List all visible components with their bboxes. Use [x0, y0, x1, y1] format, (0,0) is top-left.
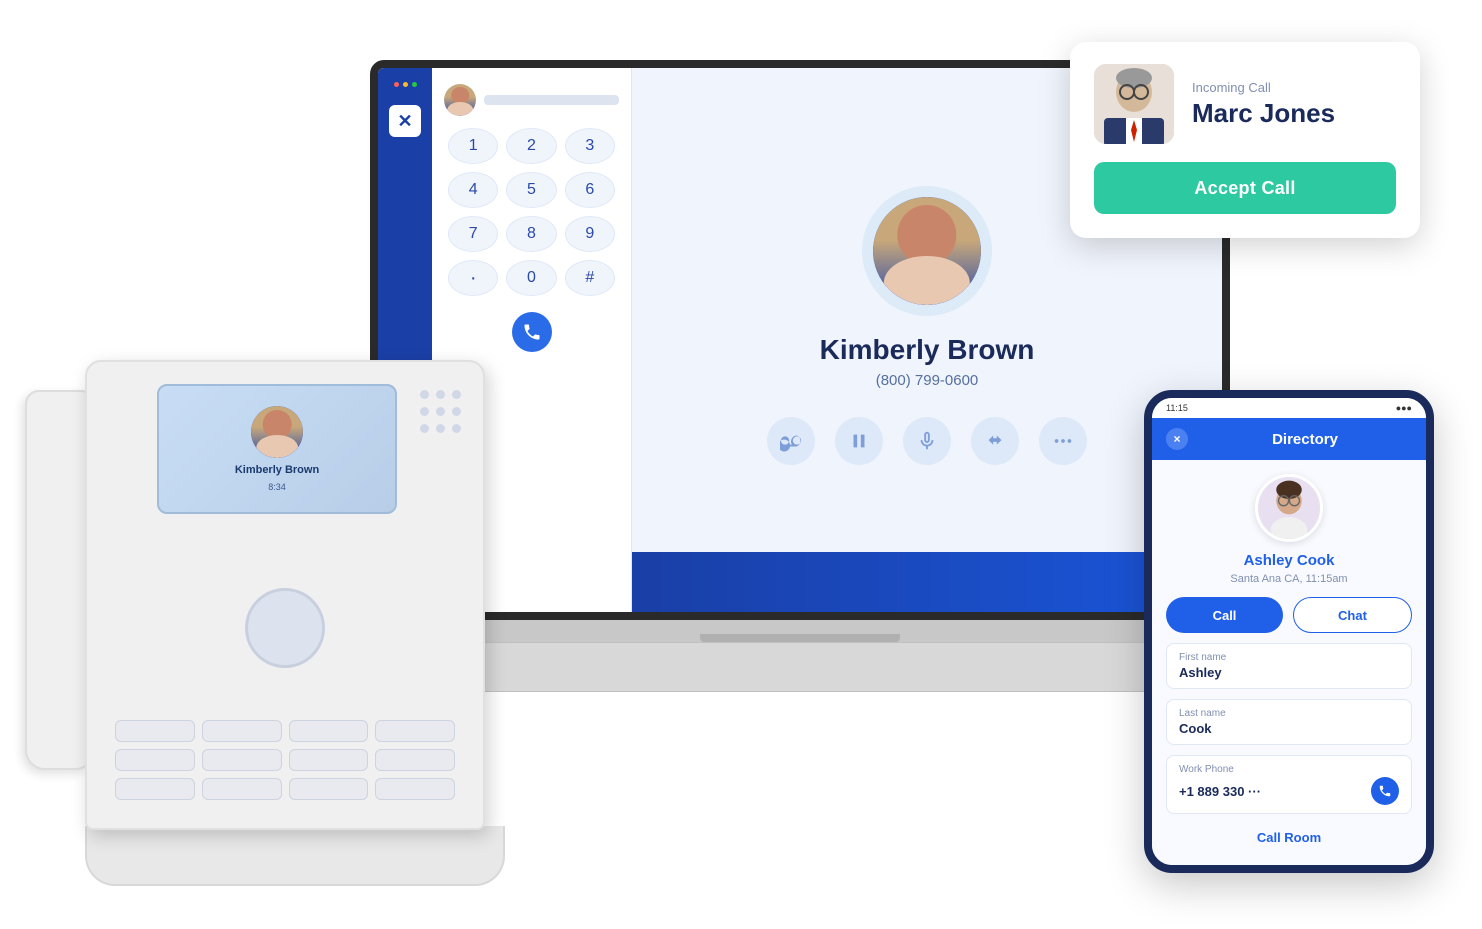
phone-screen: Kimberly Brown 8:34 [157, 384, 397, 514]
phone-nav-cluster[interactable] [245, 588, 325, 668]
caller-info: Incoming Call Marc Jones [1192, 80, 1396, 128]
key-5[interactable]: 5 [506, 172, 556, 208]
phone-screen-name: Kimberly Brown [235, 464, 319, 476]
key-2[interactable]: 2 [506, 128, 556, 164]
phone-key[interactable] [202, 720, 282, 742]
key-hash[interactable]: # [565, 260, 615, 296]
phone-screen-time: 8:34 [268, 482, 286, 492]
mobile-contact-avatar [1255, 474, 1323, 542]
desk-phone: Kimberly Brown 8:34 [55, 360, 475, 890]
caller-photo [1094, 64, 1174, 144]
contact-avatar-wrap [862, 186, 992, 316]
app-logo: ✕ [389, 105, 421, 137]
call-actions [767, 417, 1087, 465]
accept-call-button[interactable]: Accept Call [1094, 162, 1396, 214]
mobile-contact-location: Santa Ana CA, 11:15am [1230, 573, 1347, 585]
phone-body: Kimberly Brown 8:34 [85, 360, 485, 830]
last-name-label: Last name [1179, 708, 1399, 719]
dialer-name-bar [484, 95, 619, 105]
contact-phone: (800) 799-0600 [876, 372, 979, 389]
key-4[interactable]: 4 [448, 172, 498, 208]
mobile-directory-card: 11:15 ●●● × Directory [1144, 390, 1434, 873]
phone-key[interactable] [375, 778, 455, 800]
mobile-work-phone-field: Work Phone +1 889 330 ··· [1166, 755, 1412, 814]
mobile-chat-button[interactable]: Chat [1293, 597, 1412, 633]
last-name-value: Cook [1179, 721, 1399, 736]
phone-base [85, 826, 505, 886]
mobile-header-title: Directory [1198, 431, 1412, 448]
phone-key[interactable] [115, 720, 195, 742]
phone-key[interactable] [202, 778, 282, 800]
dialer-avatar [444, 84, 476, 116]
scene: ✕ 1 2 3 4 5 [0, 0, 1482, 929]
phone-key[interactable] [202, 749, 282, 771]
incoming-call-label: Incoming Call [1192, 80, 1396, 95]
call-action-transfer[interactable] [971, 417, 1019, 465]
phone-key[interactable] [375, 749, 455, 771]
contact-avatar [873, 197, 981, 305]
mobile-action-row: Call Chat [1166, 597, 1412, 633]
status-icons: ●●● [1396, 403, 1412, 413]
mobile-header: × Directory [1152, 418, 1426, 460]
mobile-last-name-field: Last name Cook [1166, 699, 1412, 745]
phone-key[interactable] [375, 720, 455, 742]
work-phone-row: +1 889 330 ··· [1179, 777, 1399, 805]
caller-photo-inner [1094, 64, 1174, 144]
screen-footer-bar [632, 552, 1222, 612]
key-3[interactable]: 3 [565, 128, 615, 164]
traffic-lights [394, 82, 417, 87]
call-action-more[interactable] [1039, 417, 1087, 465]
caller-name: Marc Jones [1192, 99, 1396, 128]
dot-yellow [403, 82, 408, 87]
key-dot[interactable]: · [448, 260, 498, 296]
call-action-hold[interactable] [835, 417, 883, 465]
key-7[interactable]: 7 [448, 216, 498, 252]
dialer-call-button[interactable] [512, 312, 552, 352]
dialer-keypad[interactable]: 1 2 3 4 5 6 7 8 9 · 0 # [444, 128, 619, 296]
phone-screen-avatar [251, 406, 303, 458]
phone-key[interactable] [115, 778, 195, 800]
incoming-call-card: Incoming Call Marc Jones Accept Call [1070, 42, 1420, 238]
status-time: 11:15 [1166, 403, 1188, 413]
mobile-status-bar: 11:15 ●●● [1152, 398, 1426, 418]
dot-green [412, 82, 417, 87]
contact-name: Kimberly Brown [820, 334, 1035, 366]
key-6[interactable]: 6 [565, 172, 615, 208]
work-phone-call-icon[interactable] [1371, 777, 1399, 805]
incoming-caller-info: Incoming Call Marc Jones [1094, 64, 1396, 144]
mobile-call-room-button[interactable]: Call Room [1257, 824, 1321, 851]
phone-key[interactable] [289, 778, 369, 800]
dot-red [394, 82, 399, 87]
mobile-call-button[interactable]: Call [1166, 597, 1283, 633]
mobile-close-button[interactable]: × [1166, 428, 1188, 450]
mobile-first-name-field: First name Ashley [1166, 643, 1412, 689]
first-name-label: First name [1179, 652, 1399, 663]
mobile-contact-name: Ashley Cook [1244, 552, 1335, 569]
phone-key[interactable] [289, 749, 369, 771]
phone-big-keypad [115, 720, 455, 800]
first-name-value: Ashley [1179, 665, 1399, 680]
key-9[interactable]: 9 [565, 216, 615, 252]
phone-keypad-dots [420, 390, 461, 433]
call-action-mute[interactable] [903, 417, 951, 465]
call-action-voicemail[interactable] [767, 417, 815, 465]
phone-key[interactable] [289, 720, 369, 742]
dialer-header [444, 84, 619, 116]
phone-key[interactable] [115, 749, 195, 771]
work-phone-value: +1 889 330 ··· [1179, 784, 1261, 799]
key-8[interactable]: 8 [506, 216, 556, 252]
key-0[interactable]: 0 [506, 260, 556, 296]
mobile-body: Ashley Cook Santa Ana CA, 11:15am Call C… [1152, 460, 1426, 865]
key-1[interactable]: 1 [448, 128, 498, 164]
work-phone-label: Work Phone [1179, 764, 1399, 775]
